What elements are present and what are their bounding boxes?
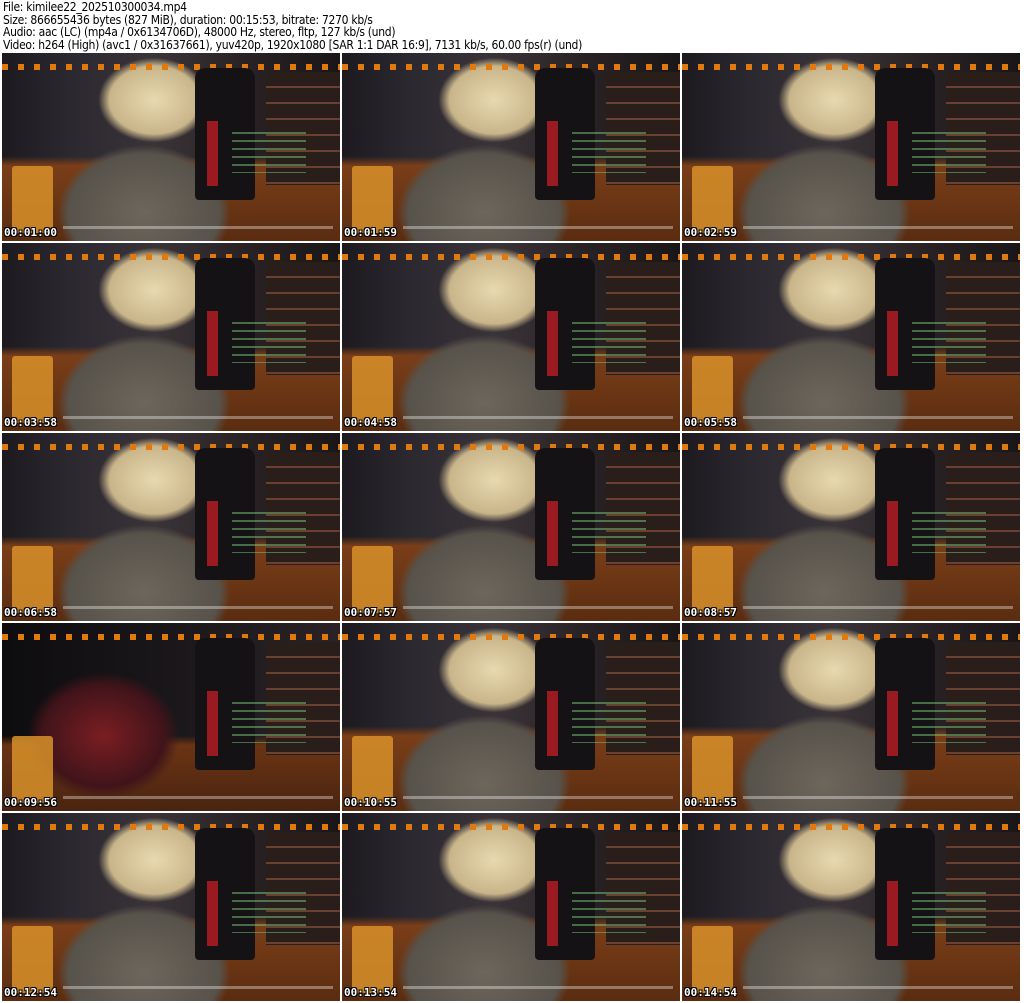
thumbnail-timestamp: 00:06:58 bbox=[4, 606, 57, 619]
string-lights bbox=[682, 254, 1020, 261]
tip-overlay bbox=[12, 165, 53, 234]
stream-chat-overlay bbox=[231, 131, 307, 174]
thumbnail-timestamp: 00:05:58 bbox=[684, 416, 737, 429]
tip-overlay bbox=[352, 925, 393, 994]
ticker-overlay bbox=[742, 605, 1014, 609]
stream-chat-overlay bbox=[911, 701, 987, 744]
video-info: Video: h264 (High) (avc1 / 0x31637661), … bbox=[3, 37, 582, 52]
video-thumbnail[interactable]: 00:04:58 bbox=[342, 243, 680, 431]
tip-overlay bbox=[352, 165, 393, 234]
tip-overlay bbox=[692, 165, 733, 234]
video-thumbnail[interactable]: 00:05:58 bbox=[682, 243, 1020, 431]
string-lights bbox=[342, 444, 680, 451]
stream-chat-overlay bbox=[911, 511, 987, 554]
thumbnail-timestamp: 00:10:55 bbox=[344, 796, 397, 809]
tip-overlay bbox=[12, 925, 53, 994]
thumbnail-timestamp: 00:07:57 bbox=[344, 606, 397, 619]
string-lights bbox=[682, 64, 1020, 71]
ticker-overlay bbox=[62, 605, 334, 609]
tip-overlay bbox=[692, 735, 733, 804]
thumbnail-timestamp: 00:12:54 bbox=[4, 986, 57, 999]
thumbnail-grid: 00:01:00 00:01:59 00:02:59 00:03:58 00:04:58… bbox=[2, 53, 1022, 1001]
thumbnail-timestamp: 00:13:54 bbox=[344, 986, 397, 999]
stream-chat-overlay bbox=[571, 511, 647, 554]
string-lights bbox=[682, 444, 1020, 451]
stream-chat-overlay bbox=[911, 891, 987, 934]
thumbnail-timestamp: 00:08:57 bbox=[684, 606, 737, 619]
thumbnail-timestamp: 00:01:00 bbox=[4, 226, 57, 239]
string-lights bbox=[342, 634, 680, 641]
video-thumbnail[interactable]: 00:01:59 bbox=[342, 53, 680, 241]
video-thumbnail[interactable]: 00:14:54 bbox=[682, 813, 1020, 1001]
string-lights bbox=[342, 824, 680, 831]
stream-chat-overlay bbox=[571, 321, 647, 364]
video-thumbnail[interactable]: 00:12:54 bbox=[2, 813, 340, 1001]
stream-chat-overlay bbox=[231, 701, 307, 744]
thumbnail-timestamp: 00:14:54 bbox=[684, 986, 737, 999]
ticker-overlay bbox=[62, 225, 334, 229]
ticker-overlay bbox=[62, 415, 334, 419]
stream-chat-overlay bbox=[911, 321, 987, 364]
video-thumbnail[interactable]: 00:03:58 bbox=[2, 243, 340, 431]
thumbnail-timestamp: 00:03:58 bbox=[4, 416, 57, 429]
string-lights bbox=[2, 444, 340, 451]
video-thumbnail[interactable]: 00:13:54 bbox=[342, 813, 680, 1001]
video-thumbnail[interactable]: 00:09:56 bbox=[2, 623, 340, 811]
file-info-header: File: kimilee22_202510300034.mp4 Size: 8… bbox=[3, 1, 582, 51]
ticker-overlay bbox=[402, 415, 674, 419]
video-thumbnail[interactable]: 00:01:00 bbox=[2, 53, 340, 241]
stream-chat-overlay bbox=[231, 511, 307, 554]
string-lights bbox=[342, 64, 680, 71]
ticker-overlay bbox=[742, 795, 1014, 799]
thumbnail-timestamp: 00:11:55 bbox=[684, 796, 737, 809]
stream-chat-overlay bbox=[231, 891, 307, 934]
ticker-overlay bbox=[402, 605, 674, 609]
stream-chat-overlay bbox=[571, 131, 647, 174]
ticker-overlay bbox=[742, 225, 1014, 229]
stream-chat-overlay bbox=[571, 701, 647, 744]
thumbnail-timestamp: 00:04:58 bbox=[344, 416, 397, 429]
ticker-overlay bbox=[402, 225, 674, 229]
string-lights bbox=[2, 254, 340, 261]
thumbnail-timestamp: 00:09:56 bbox=[4, 796, 57, 809]
tip-overlay bbox=[692, 355, 733, 424]
tip-overlay bbox=[12, 355, 53, 424]
tip-overlay bbox=[12, 735, 53, 804]
string-lights bbox=[342, 254, 680, 261]
video-thumbnail[interactable]: 00:06:58 bbox=[2, 433, 340, 621]
thumbnail-timestamp: 00:01:59 bbox=[344, 226, 397, 239]
tip-overlay bbox=[12, 545, 53, 614]
video-thumbnail[interactable]: 00:11:55 bbox=[682, 623, 1020, 811]
stream-chat-overlay bbox=[231, 321, 307, 364]
string-lights bbox=[682, 634, 1020, 641]
ticker-overlay bbox=[62, 985, 334, 989]
stream-chat-overlay bbox=[571, 891, 647, 934]
tip-overlay bbox=[352, 735, 393, 804]
video-thumbnail[interactable]: 00:08:57 bbox=[682, 433, 1020, 621]
video-thumbnail[interactable]: 00:10:55 bbox=[342, 623, 680, 811]
string-lights bbox=[2, 64, 340, 71]
ticker-overlay bbox=[402, 985, 674, 989]
stream-chat-overlay bbox=[911, 131, 987, 174]
string-lights bbox=[2, 824, 340, 831]
file-name: File: kimilee22_202510300034.mp4 bbox=[3, 0, 187, 14]
ticker-overlay bbox=[62, 795, 334, 799]
audio-info: Audio: aac (LC) (mp4a / 0x6134706D), 480… bbox=[3, 25, 396, 39]
string-lights bbox=[682, 824, 1020, 831]
thumbnail-timestamp: 00:02:59 bbox=[684, 226, 737, 239]
ticker-overlay bbox=[742, 985, 1014, 989]
tip-overlay bbox=[692, 925, 733, 994]
string-lights bbox=[2, 634, 340, 641]
tip-overlay bbox=[352, 355, 393, 424]
ticker-overlay bbox=[742, 415, 1014, 419]
ticker-overlay bbox=[402, 795, 674, 799]
tip-overlay bbox=[352, 545, 393, 614]
tip-overlay bbox=[692, 545, 733, 614]
video-thumbnail[interactable]: 00:02:59 bbox=[682, 53, 1020, 241]
video-thumbnail[interactable]: 00:07:57 bbox=[342, 433, 680, 621]
